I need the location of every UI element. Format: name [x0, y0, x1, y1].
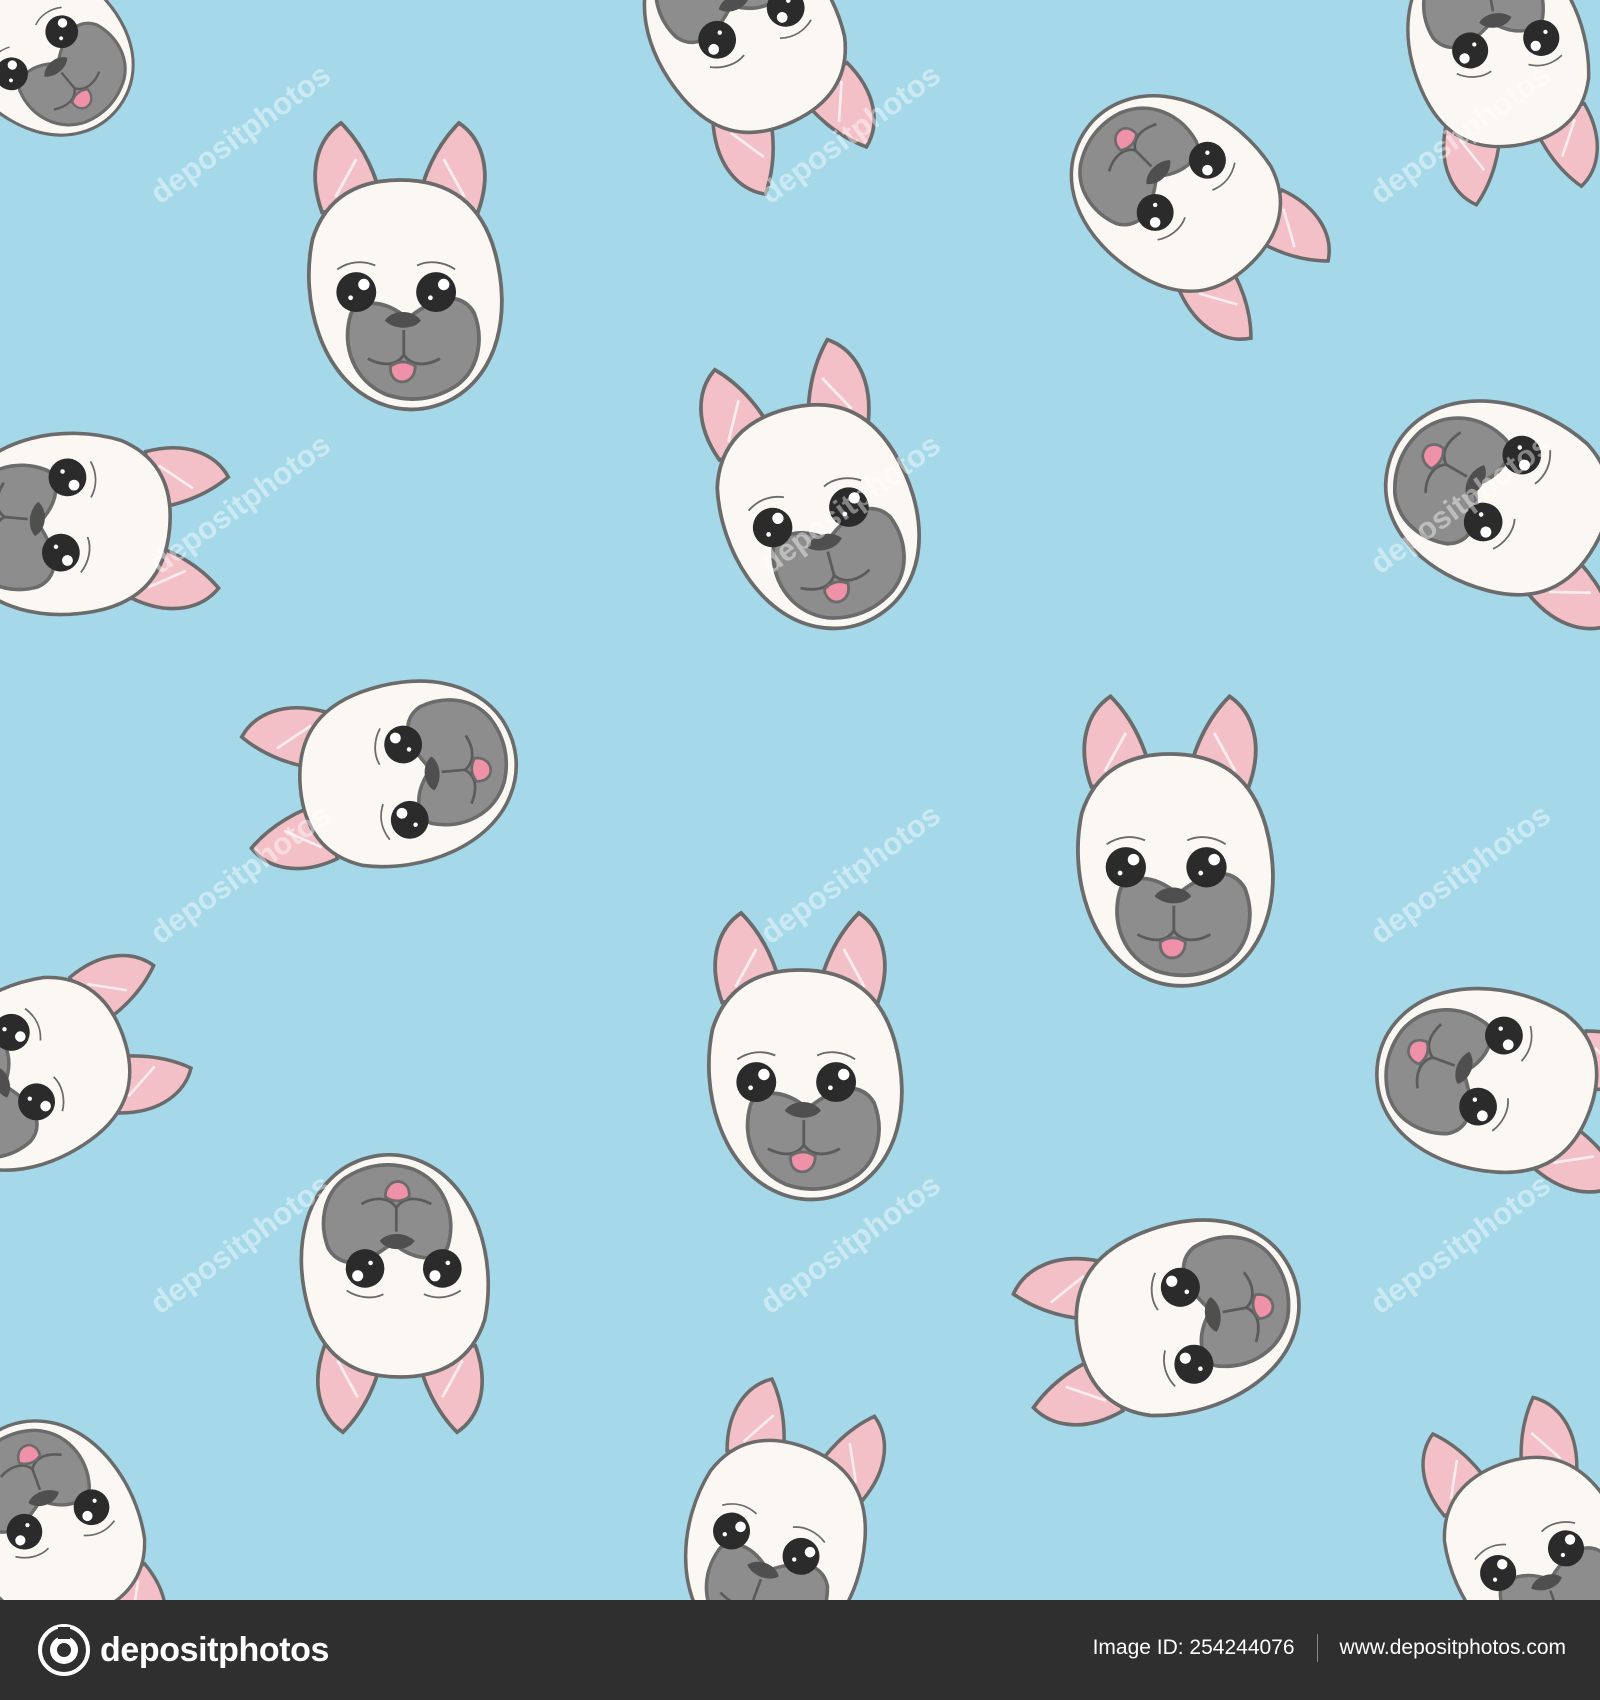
pattern-background [0, 0, 1600, 1600]
brand-logo: depositphotos [36, 1618, 329, 1682]
french-bulldog-pattern: depositphotos depositphotos depositphotos d… [0, 0, 1600, 1600]
brand-name: depositphotos [100, 1630, 329, 1669]
stock-footer: depositphotos Image ID: 254244076 www.de… [0, 1600, 1600, 1700]
website-link: www.depositphotos.com [1339, 1636, 1566, 1659]
image-id: Image ID: 254244076 [1092, 1636, 1295, 1659]
pattern-canvas: depositphotos depositphotos depositphotosd… [0, 0, 1600, 1600]
image-meta: Image ID: 254244076 www.depositphotos.co… [1093, 1634, 1566, 1662]
stock-image-frame: depositphotos depositphotos depositphotos d… [0, 0, 1600, 1700]
meta-divider [1316, 1634, 1318, 1662]
depositphotos-logo-icon [38, 1624, 90, 1676]
